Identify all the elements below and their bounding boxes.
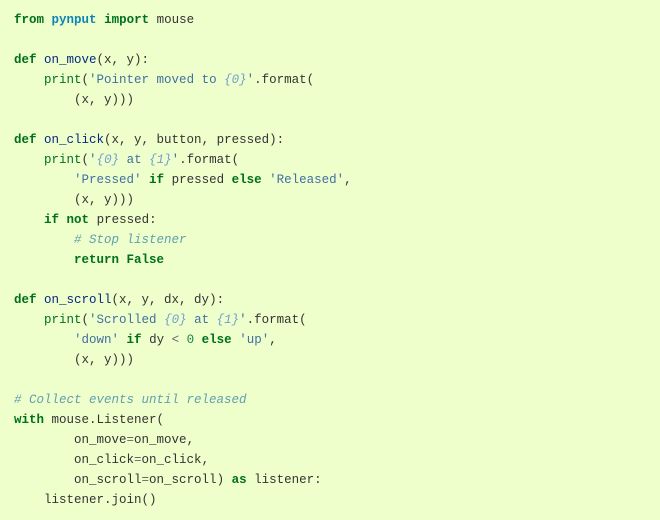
string-interp-0c: {0} bbox=[164, 313, 187, 327]
keyword-if: if bbox=[127, 333, 142, 347]
keyword-def: def bbox=[14, 53, 37, 67]
string-scrolled-b: at bbox=[187, 313, 217, 327]
arg-on-click-name: on_click bbox=[74, 453, 134, 467]
dot-format: .format( bbox=[247, 313, 307, 327]
tuple-xy: (x, y))) bbox=[74, 93, 134, 107]
keyword-as: as bbox=[232, 473, 247, 487]
arg-on-move-name: on_move bbox=[74, 433, 127, 447]
comma: , bbox=[269, 333, 277, 347]
keyword-with: with bbox=[14, 413, 44, 427]
name-listener: listener: bbox=[254, 473, 322, 487]
name-pressed: pressed bbox=[172, 173, 225, 187]
func-on-scroll: on_scroll bbox=[44, 293, 112, 307]
number-zero: 0 bbox=[187, 333, 195, 347]
code-block: from pynput import mouse def on_move(x, … bbox=[0, 0, 660, 520]
string-scrolled-a: 'Scrolled bbox=[89, 313, 164, 327]
string-click-a: ' bbox=[89, 153, 97, 167]
arg-on-scroll-name: on_scroll bbox=[74, 473, 142, 487]
comment-collect-events: # Collect events until released bbox=[14, 393, 247, 407]
keyword-not: not bbox=[67, 213, 90, 227]
string-pressed: 'Pressed' bbox=[74, 173, 142, 187]
listener-call: mouse.Listener( bbox=[52, 413, 165, 427]
string-click-b: at bbox=[119, 153, 149, 167]
operator-lt: < bbox=[172, 333, 180, 347]
keyword-return: return bbox=[74, 253, 119, 267]
equals: = bbox=[134, 453, 142, 467]
keyword-else: else bbox=[232, 173, 262, 187]
comment-stop-listener: # Stop listener bbox=[74, 233, 187, 247]
keyword-else: else bbox=[202, 333, 232, 347]
string-interp-1: {1} bbox=[149, 153, 172, 167]
string-pointer-moved-b: ' bbox=[247, 73, 255, 87]
func-on-click: on_click bbox=[44, 133, 104, 147]
tuple-xy2: (x, y))) bbox=[74, 193, 134, 207]
string-interp-0: {0} bbox=[224, 73, 247, 87]
name-pressed2: pressed: bbox=[97, 213, 157, 227]
string-down: 'down' bbox=[74, 333, 119, 347]
dot-format: .format( bbox=[179, 153, 239, 167]
string-pointer-moved-a: 'Pointer moved to bbox=[89, 73, 224, 87]
string-up: 'up' bbox=[239, 333, 269, 347]
keyword-import: import bbox=[104, 13, 149, 27]
keyword-if: if bbox=[149, 173, 164, 187]
tuple-xy3: (x, y))) bbox=[74, 353, 134, 367]
comma: , bbox=[344, 173, 352, 187]
dot-format: .format( bbox=[254, 73, 314, 87]
name-mouse: mouse bbox=[157, 13, 195, 27]
string-released: 'Released' bbox=[269, 173, 344, 187]
builtin-print: print bbox=[44, 73, 82, 87]
name-dy: dy bbox=[149, 333, 164, 347]
string-interp-1b: {1} bbox=[217, 313, 240, 327]
comma: , bbox=[202, 453, 210, 467]
params-on-scroll: (x, y, dx, dy): bbox=[112, 293, 225, 307]
func-on-move: on_move bbox=[44, 53, 97, 67]
string-click-c: ' bbox=[172, 153, 180, 167]
module-pynput: pynput bbox=[52, 13, 97, 27]
builtin-print: print bbox=[44, 313, 82, 327]
listener-join: listener.join() bbox=[44, 493, 157, 507]
params-on-move: (x, y): bbox=[97, 53, 150, 67]
string-interp-0b: {0} bbox=[97, 153, 120, 167]
builtin-print: print bbox=[44, 153, 82, 167]
arg-on-scroll-val: on_scroll bbox=[149, 473, 217, 487]
arg-on-click-val: on_click bbox=[142, 453, 202, 467]
string-scrolled-c: ' bbox=[239, 313, 247, 327]
close-paren: ) bbox=[217, 473, 225, 487]
arg-on-move-val: on_move bbox=[134, 433, 187, 447]
params-on-click: (x, y, button, pressed): bbox=[104, 133, 284, 147]
keyword-def: def bbox=[14, 293, 37, 307]
keyword-def: def bbox=[14, 133, 37, 147]
equals: = bbox=[142, 473, 150, 487]
equals: = bbox=[127, 433, 135, 447]
keyword-if: if bbox=[44, 213, 59, 227]
comma: , bbox=[187, 433, 195, 447]
keyword-from: from bbox=[14, 13, 44, 27]
const-false: False bbox=[127, 253, 165, 267]
